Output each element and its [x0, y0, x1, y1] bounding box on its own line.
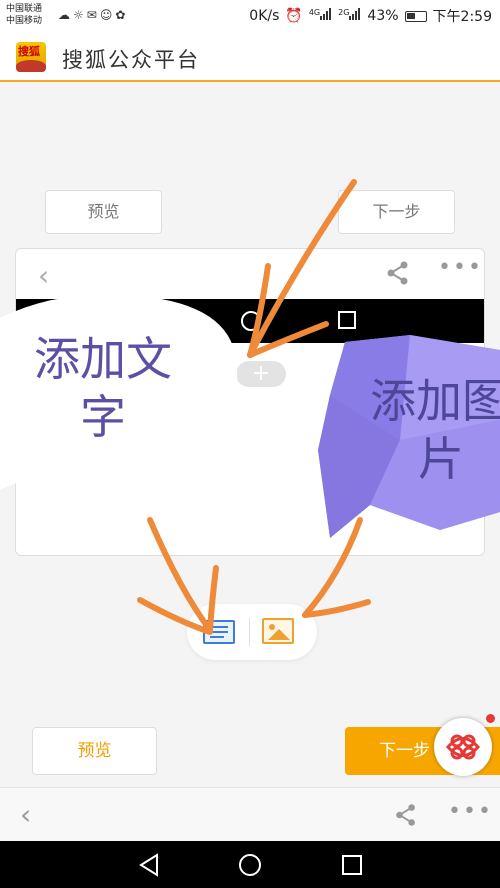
nav-recent-icon[interactable] — [341, 854, 363, 876]
battery-icon — [404, 10, 427, 22]
app-title: 搜狐公众平台 — [62, 48, 200, 72]
add-text-line-2: 字 — [80, 390, 126, 444]
battery-percent: 43% — [367, 8, 399, 24]
more-icon[interactable]: ••• — [438, 255, 483, 280]
alarm-icon: ⏰ — [285, 8, 303, 24]
clock: 下午2:59 — [432, 9, 492, 25]
add-image-line-2: 片 — [418, 432, 464, 486]
signal-2g: 2G — [338, 8, 361, 25]
carrier-unicom: 中国联通 — [6, 4, 43, 14]
browser-back-icon[interactable]: ‹ — [20, 798, 31, 831]
notification-dot — [486, 714, 495, 723]
net-speed: 0K/s — [249, 8, 280, 24]
divider — [249, 618, 250, 646]
add-text-line-1: 添加文 — [34, 332, 172, 386]
qq-icon: ☺ — [99, 8, 116, 22]
share-icon[interactable] — [392, 801, 420, 829]
signal-4g-label: 4G — [308, 7, 321, 17]
nav-back-icon[interactable] — [138, 853, 160, 877]
carrier-labels: 中国联通 中国移动 — [6, 3, 42, 27]
home-icon — [241, 311, 261, 331]
notification-icons: ☁☼✉☺✿ — [58, 8, 128, 22]
more-icon[interactable]: ••• — [448, 799, 493, 824]
nav-home-icon[interactable] — [238, 853, 262, 877]
signal-2g-label: 2G — [338, 7, 350, 17]
browser-toolbar: ‹ ••• — [0, 787, 500, 841]
status-right: 0K/s ⏰ 4G 2G 43% 下午2:59 — [249, 6, 492, 26]
text-block-icon[interactable] — [203, 620, 235, 644]
image-icon[interactable] — [262, 618, 294, 644]
panel-toolbar: ‹ ••• — [16, 249, 484, 299]
status-bar: 中国联通 中国移动 ☁☼✉☺✿ 0K/s ⏰ 4G 2G 43% 下午2:59 — [0, 0, 500, 32]
add-image-annotation: 添加图 片 — [370, 372, 500, 488]
sohu-logo-icon: 搜狐 — [16, 42, 46, 72]
share-icon[interactable] — [383, 258, 413, 288]
signal-icon — [320, 8, 332, 21]
squirrel-icon: ✿ — [115, 8, 129, 22]
add-content-button[interactable]: + — [236, 361, 286, 387]
wechat-icon: ✉ — [86, 8, 100, 22]
top-next-button[interactable]: 下一步 — [338, 190, 455, 234]
signal-icon — [349, 8, 361, 21]
signal-4g: 4G — [309, 8, 332, 25]
logo-text: 搜狐 — [18, 45, 40, 58]
app-header: 搜狐 搜狐公众平台 — [0, 32, 500, 82]
preview-button[interactable]: 预览 — [32, 727, 157, 775]
cloud-icon: ☁ — [58, 8, 73, 22]
recent-icon — [338, 311, 356, 329]
back-icon[interactable]: ‹ — [38, 259, 49, 292]
insert-toolbar — [187, 604, 317, 660]
unicom-logo-icon[interactable] — [434, 718, 492, 776]
carrier-mobile: 中国移动 — [6, 16, 43, 26]
add-image-line-1: 添加图 — [370, 374, 500, 428]
sun-icon: ☼ — [73, 8, 87, 22]
add-text-annotation: 添加文 字 — [8, 330, 198, 446]
top-preview-button[interactable]: 预览 — [45, 190, 162, 234]
system-nav-bar — [0, 841, 500, 888]
